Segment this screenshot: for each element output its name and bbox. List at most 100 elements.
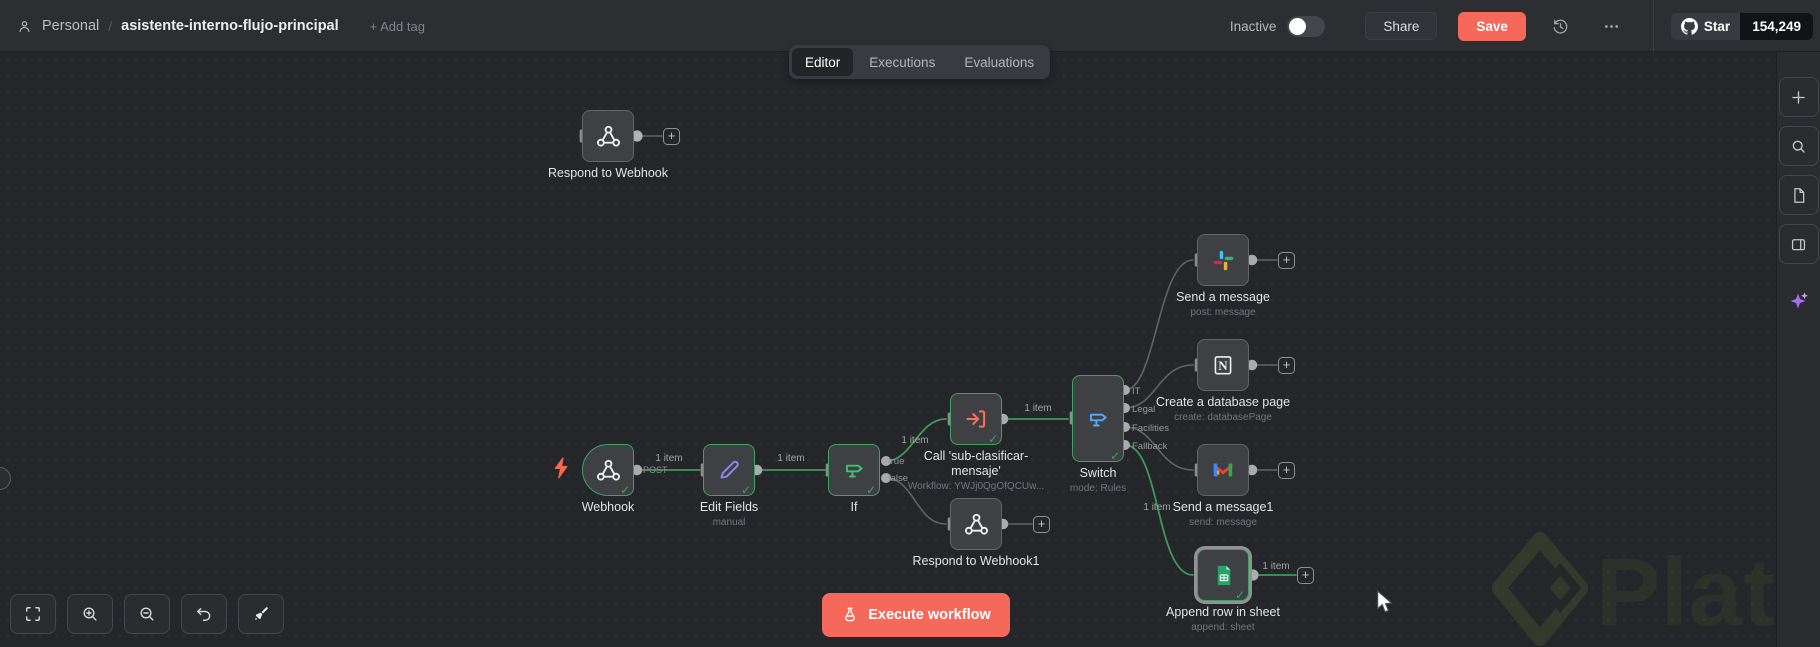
workflow-history-button[interactable] <box>1551 17 1570 36</box>
zoom-out-icon <box>140 607 154 621</box>
zoom-in-button[interactable] <box>67 594 113 634</box>
add-node-panel-button[interactable] <box>1778 77 1819 117</box>
share-button[interactable]: Share <box>1365 12 1438 40</box>
google-sheets-icon <box>1217 565 1230 585</box>
sticky-note-button[interactable] <box>1778 175 1819 215</box>
canvas-controls <box>10 594 284 634</box>
node-label: If <box>850 500 858 514</box>
layout-panel-button[interactable] <box>1778 224 1819 264</box>
top-bar-divider <box>1652 0 1654 52</box>
execute-workflow-button[interactable]: Execute workflow <box>822 593 1010 637</box>
user-icon <box>19 20 30 32</box>
ports-group[interactable] <box>579 129 1259 582</box>
node-if[interactable]: ✓ true false If <box>828 444 908 514</box>
undo-icon <box>197 607 211 621</box>
github-star-badge[interactable]: Star 154,249 <box>1670 12 1813 40</box>
add-node-button[interactable]: + <box>1033 515 1050 533</box>
mouse-cursor <box>1376 590 1395 619</box>
node-notion-create-database-page[interactable]: N Create a database page create: databas… <box>1156 339 1290 423</box>
workflow-canvas[interactable]: Platzi POST 1 ite <box>0 52 1776 647</box>
tidy-up-button[interactable] <box>238 594 284 634</box>
github-star-count[interactable]: 154,249 <box>1740 12 1813 40</box>
gmail-icon <box>1213 463 1233 477</box>
save-button[interactable]: Save <box>1458 11 1526 41</box>
edge-label: 1 item <box>901 435 928 446</box>
node-slack-send-a-message[interactable]: Send a message post: message <box>1176 234 1270 318</box>
ellipsis-icon <box>1604 24 1618 28</box>
add-node-button[interactable]: + <box>1297 566 1314 584</box>
node-subtitle: send: message <box>1189 517 1257 528</box>
add-node-button[interactable]: + <box>1278 461 1295 479</box>
ai-assistant-button[interactable] <box>1779 281 1819 321</box>
edge-label: 1 item <box>777 453 804 464</box>
port-label-post: POST <box>643 465 668 475</box>
n8n-editor-page: Platzi POST 1 ite <box>0 0 1820 647</box>
add-tag-button[interactable]: + Add tag <box>370 19 425 34</box>
add-node-button[interactable]: + <box>663 127 680 145</box>
node-webhook[interactable]: ✓ Webhook <box>582 444 634 514</box>
node-label: Append row in sheet append: sheet <box>1166 605 1280 633</box>
output-label-facilities: Facilities <box>1132 423 1169 434</box>
more-options-button[interactable] <box>1602 17 1621 36</box>
ai-sparkle-icon <box>1790 292 1808 309</box>
webhook-icon <box>596 125 620 147</box>
edit-pencil-icon <box>720 460 739 479</box>
node-gmail-send-a-message1[interactable]: Send a message1 send: message <box>1173 444 1273 528</box>
edge-switch-it-slack <box>1124 259 1194 391</box>
node-call-sub-clasificar-mensaje[interactable]: ✓ Call 'sub-clasificar-mensaje' Workflow… <box>908 393 1044 492</box>
notion-icon: N <box>1214 356 1232 375</box>
breadcrumb-separator: / <box>108 18 113 34</box>
node-subtitle: post: message <box>1190 307 1256 318</box>
history-icon <box>1553 19 1568 34</box>
node-subtitle: mode: Rules <box>1069 483 1127 494</box>
output-label-it: IT <box>1132 386 1141 397</box>
canvas-edge-handle[interactable] <box>0 467 11 490</box>
add-node-button[interactable]: + <box>1278 356 1295 374</box>
platzi-watermark-text: Platzi <box>1596 539 1776 646</box>
breadcrumb: Personal / asistente-interno-flujo-princ… <box>16 0 425 52</box>
view-tabs: Editor Executions Evaluations <box>789 45 1051 79</box>
success-check-icon: ✓ <box>1234 588 1245 602</box>
add-node-button[interactable]: + <box>1278 251 1295 269</box>
platzi-watermark-logo <box>1492 531 1588 647</box>
search-icon <box>1792 140 1805 153</box>
node-respond-to-webhook1[interactable]: Respond to Webhook1 <box>913 498 1039 568</box>
node-switch[interactable]: ✓ IT Legal Facilities Fallback Switch mo… <box>1070 375 1169 494</box>
top-bar-actions: Inactive Share Save Star 154,249 <box>1230 0 1820 52</box>
flask-icon <box>845 607 856 622</box>
activation-toggle[interactable] <box>1287 15 1326 37</box>
github-star-button[interactable]: Star <box>1670 12 1741 40</box>
zoom-in-icon <box>83 607 97 621</box>
edge-label: 1 item <box>1262 561 1289 572</box>
search-button[interactable] <box>1778 126 1819 166</box>
node-sheets-append-row[interactable]: ✓ Append row in sheet append: sheet <box>1166 549 1280 633</box>
trigger-bolt-icon <box>553 457 569 484</box>
webhook-icon <box>596 459 620 481</box>
node-respond-to-webhook[interactable]: Respond to Webhook <box>548 110 668 180</box>
breadcrumb-owner[interactable]: Personal <box>42 18 99 34</box>
success-check-icon: ✓ <box>619 483 630 497</box>
node-subtitle: append: sheet <box>1191 622 1255 633</box>
undo-button[interactable] <box>181 594 227 634</box>
webhook-icon <box>964 513 988 535</box>
tab-executions[interactable]: Executions <box>856 48 948 76</box>
workflow-name[interactable]: asistente-interno-flujo-principal <box>121 18 339 34</box>
output-port[interactable] <box>1247 569 1259 581</box>
github-star-label: Star <box>1703 18 1731 34</box>
tidy-up-broom-icon <box>255 607 268 620</box>
zoom-out-button[interactable] <box>124 594 170 634</box>
node-label: Respond to Webhook <box>548 166 668 180</box>
sub-workflow-icon <box>966 410 986 428</box>
switch-branch-icon <box>1089 413 1107 426</box>
toggle-knob <box>1289 17 1307 35</box>
right-rail <box>1776 52 1820 647</box>
execute-workflow-label: Execute workflow <box>868 607 991 623</box>
edge-label: 1 item <box>1024 403 1051 414</box>
fit-view-button[interactable] <box>10 594 56 634</box>
node-edit-fields[interactable]: ✓ Edit Fields manual <box>700 444 758 528</box>
tab-editor[interactable]: Editor <box>792 48 854 76</box>
node-subtitle: create: databasePage <box>1174 412 1272 423</box>
tab-evaluations[interactable]: Evaluations <box>951 48 1047 76</box>
output-label-legal: Legal <box>1132 404 1156 415</box>
node-label: Send a message post: message <box>1176 290 1270 318</box>
